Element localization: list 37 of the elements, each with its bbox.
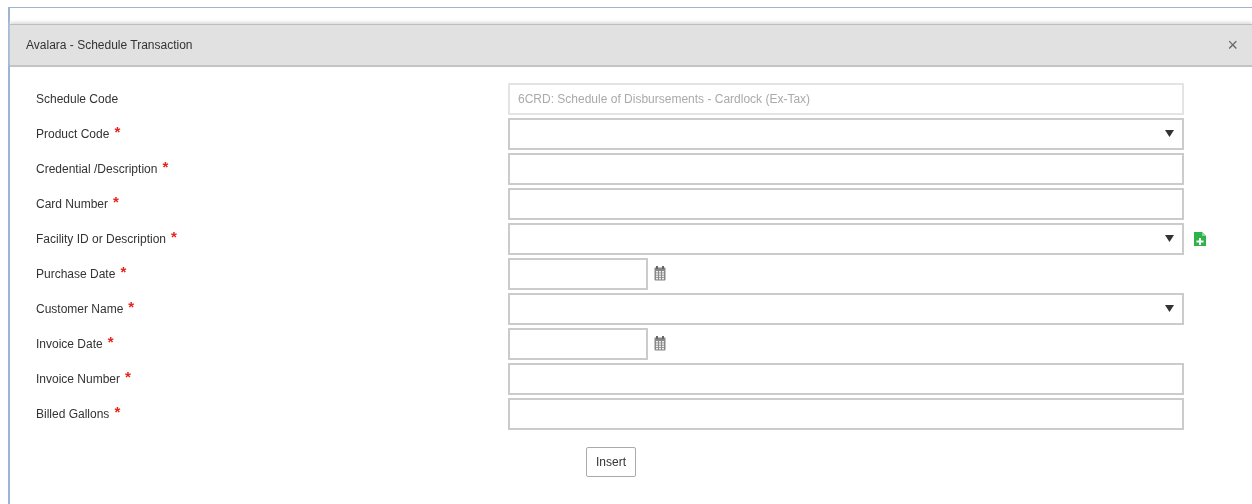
insert-button[interactable]: Insert xyxy=(586,447,636,477)
dropdown[interactable] xyxy=(508,222,1184,255)
required-mark: * xyxy=(125,371,131,382)
calendar-icon[interactable] xyxy=(654,266,666,281)
required-mark: * xyxy=(162,161,169,172)
field-label: Invoice Date xyxy=(36,336,103,351)
input-field[interactable] xyxy=(508,187,1184,220)
input-field[interactable] xyxy=(508,397,1184,430)
required-mark: * xyxy=(107,336,114,347)
field-label: Card Number xyxy=(36,196,109,211)
field-label: Product Code xyxy=(36,126,110,141)
field-label: Facility ID or Description xyxy=(36,231,167,246)
field-label: Purchase Date xyxy=(36,266,116,281)
caret-icon xyxy=(1165,304,1174,312)
field-label: Credential /Description xyxy=(36,161,158,176)
field-label: Schedule Code xyxy=(36,91,119,106)
field-label: Customer Name xyxy=(36,301,124,316)
required-mark: * xyxy=(120,266,127,277)
required-mark: * xyxy=(171,231,177,242)
dropdown[interactable] xyxy=(508,117,1184,150)
caret-icon xyxy=(1165,234,1174,242)
dropdown[interactable] xyxy=(508,292,1184,325)
input-field[interactable] xyxy=(508,362,1184,395)
required-mark: * xyxy=(128,301,135,312)
add-document-icon[interactable] xyxy=(1194,231,1206,246)
dialog-title: Avalara - Schedule Transaction xyxy=(26,38,193,52)
caret-icon xyxy=(1165,129,1174,137)
date-field[interactable] xyxy=(508,327,648,360)
calendar-icon[interactable] xyxy=(654,336,666,351)
required-mark: * xyxy=(114,406,121,417)
required-mark: * xyxy=(114,126,121,137)
required-mark: * xyxy=(113,196,119,207)
date-field[interactable] xyxy=(508,257,648,290)
input-field[interactable] xyxy=(508,152,1184,185)
field-label: Invoice Number xyxy=(36,371,121,386)
close-button[interactable]: × xyxy=(1227,36,1238,54)
field-label: Billed Gallons xyxy=(36,406,110,421)
